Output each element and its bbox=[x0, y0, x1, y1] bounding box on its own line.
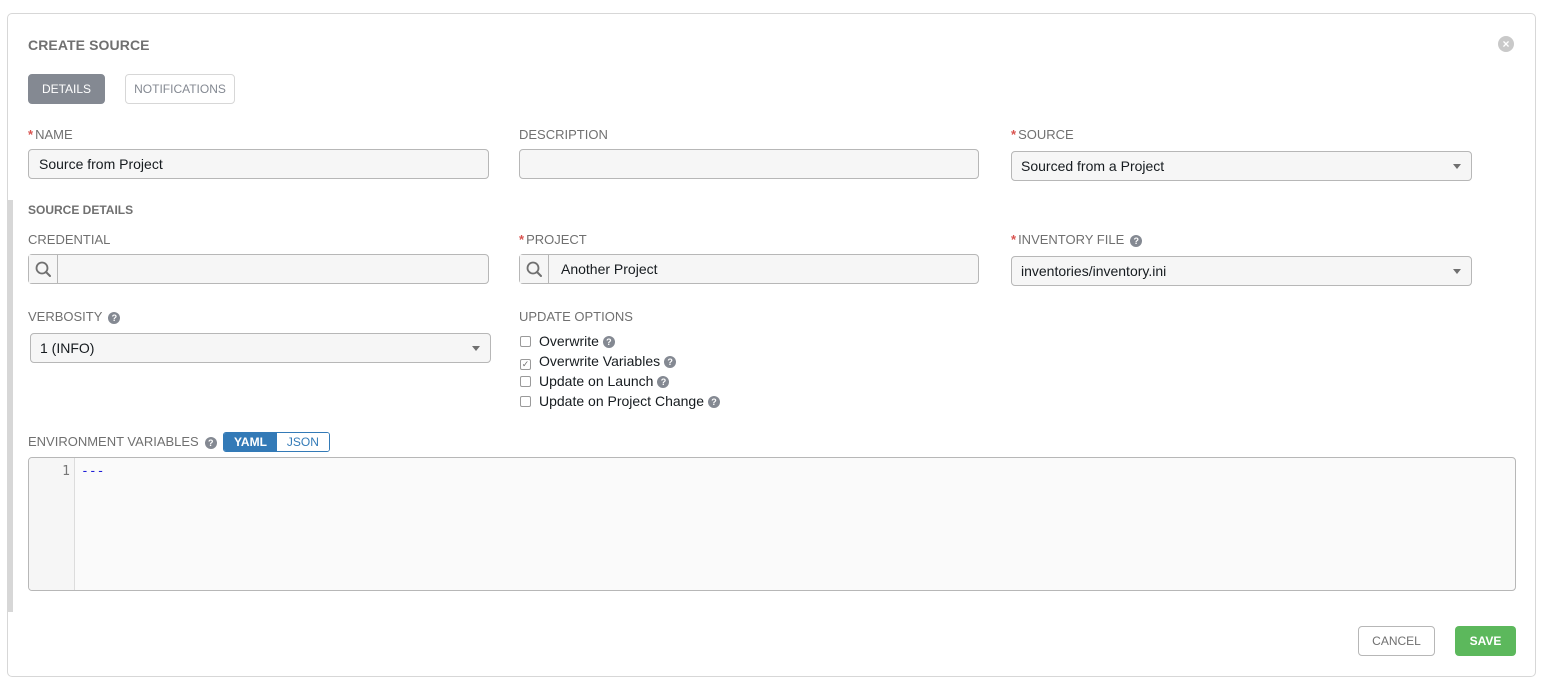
line-number: 1 bbox=[62, 464, 70, 479]
help-icon[interactable]: ? bbox=[657, 376, 670, 389]
name-label: * NAME bbox=[28, 127, 73, 142]
inventory-file-label: * INVENTORY FILE? bbox=[1011, 232, 1143, 247]
chevron-down-icon bbox=[1453, 269, 1461, 274]
json-toggle-button[interactable]: JSON bbox=[276, 433, 329, 451]
help-icon[interactable]: ? bbox=[602, 336, 615, 349]
help-icon[interactable]: ? bbox=[664, 356, 677, 369]
help-icon[interactable]: ? bbox=[1130, 234, 1143, 247]
update-on-project-change-option[interactable]: Update on Project Change? bbox=[520, 391, 720, 411]
verbosity-select[interactable]: 1 (INFO) bbox=[30, 333, 491, 363]
update-on-launch-checkbox[interactable] bbox=[520, 376, 531, 387]
required-marker: * bbox=[519, 232, 525, 247]
chevron-down-icon bbox=[1453, 164, 1461, 169]
required-marker: * bbox=[1011, 232, 1017, 247]
create-source-panel: CREATE SOURCE × DETAILS NOTIFICATIONS * N… bbox=[7, 13, 1536, 677]
inventory-file-select[interactable]: inventories/inventory.ini bbox=[1011, 256, 1472, 286]
source-label: * SOURCE bbox=[1011, 127, 1074, 142]
environment-variables-editor[interactable]: 1 --- bbox=[28, 457, 1516, 591]
credential-label: CREDENTIAL bbox=[28, 232, 111, 247]
yaml-toggle-button[interactable]: YAML bbox=[224, 433, 277, 451]
help-icon[interactable]: ? bbox=[108, 311, 121, 324]
source-select-value: Sourced from a Project bbox=[1021, 158, 1165, 174]
editor-gutter: 1 bbox=[29, 458, 75, 590]
credential-search-button[interactable] bbox=[29, 255, 58, 283]
verbosity-value: 1 (INFO) bbox=[40, 340, 95, 356]
overwrite-option[interactable]: Overwrite? bbox=[520, 331, 615, 351]
project-label: * PROJECT bbox=[519, 232, 587, 247]
overwrite-variables-option[interactable]: ✓ Overwrite Variables? bbox=[520, 351, 677, 371]
close-icon[interactable]: × bbox=[1498, 36, 1514, 52]
description-label: DESCRIPTION bbox=[519, 127, 608, 142]
save-button[interactable]: SAVE bbox=[1455, 626, 1516, 656]
description-input[interactable] bbox=[519, 149, 979, 179]
overwrite-checkbox[interactable] bbox=[520, 336, 531, 347]
cancel-button[interactable]: CANCEL bbox=[1358, 626, 1435, 656]
required-marker: * bbox=[1011, 127, 1017, 142]
update-on-project-change-checkbox[interactable] bbox=[520, 396, 531, 407]
format-toggle[interactable]: YAML JSON bbox=[223, 432, 330, 452]
chevron-down-icon bbox=[472, 346, 480, 351]
panel-title: CREATE SOURCE bbox=[28, 37, 150, 53]
help-icon[interactable]: ? bbox=[204, 436, 217, 449]
project-search-button[interactable] bbox=[520, 255, 549, 283]
credential-lookup[interactable] bbox=[28, 254, 489, 284]
tab-notifications[interactable]: NOTIFICATIONS bbox=[125, 74, 235, 104]
help-icon[interactable]: ? bbox=[708, 396, 720, 409]
project-input[interactable]: Another Project bbox=[561, 255, 658, 283]
environment-variables-label: ENVIRONMENT VARIABLES? bbox=[28, 434, 217, 449]
verbosity-label: VERBOSITY? bbox=[28, 309, 121, 324]
search-icon bbox=[35, 261, 51, 277]
update-on-launch-option[interactable]: Update on Launch? bbox=[520, 371, 670, 391]
editor-code[interactable]: --- bbox=[81, 464, 104, 479]
project-lookup[interactable]: Another Project bbox=[519, 254, 979, 284]
search-icon bbox=[526, 261, 542, 277]
tab-details[interactable]: DETAILS bbox=[28, 74, 105, 104]
section-accent-bar bbox=[8, 200, 13, 612]
update-options-label: UPDATE OPTIONS bbox=[519, 309, 633, 324]
name-input[interactable]: Source from Project bbox=[28, 149, 489, 179]
source-select[interactable]: Sourced from a Project bbox=[1011, 151, 1472, 181]
source-details-heading: SOURCE DETAILS bbox=[28, 203, 134, 217]
overwrite-variables-checkbox[interactable]: ✓ bbox=[520, 359, 531, 370]
required-marker: * bbox=[28, 127, 34, 142]
inventory-file-value: inventories/inventory.ini bbox=[1021, 263, 1167, 279]
